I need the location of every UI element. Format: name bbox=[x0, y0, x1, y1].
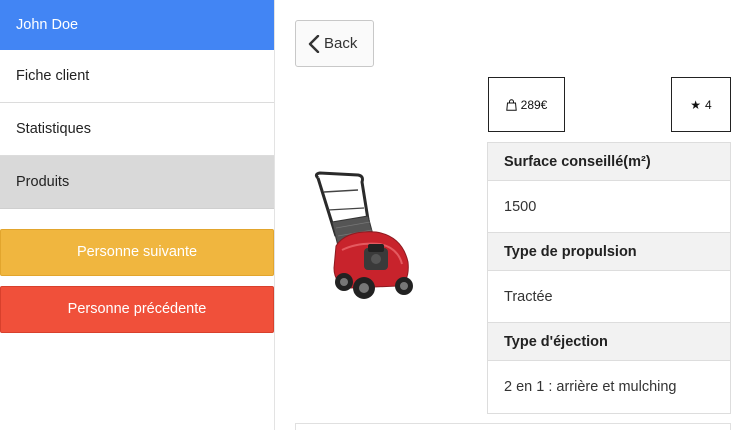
previous-person-button[interactable]: Personne précédente bbox=[0, 286, 274, 333]
spec-label: Type d'éjection bbox=[488, 323, 730, 361]
rating-badge: ★ 4 bbox=[671, 77, 731, 132]
specs-table: Surface conseillé(m²) 1500 Type de propu… bbox=[487, 142, 731, 414]
sidebar-user-header[interactable]: John Doe bbox=[0, 0, 274, 50]
spec-label: Type de propulsion bbox=[488, 233, 730, 271]
price-badge: 289€ bbox=[488, 77, 565, 132]
shopping-bag-icon bbox=[505, 98, 517, 111]
spec-value: 2 en 1 : arrière et mulching bbox=[504, 379, 677, 395]
sidebar: John Doe Fiche client Statistiques Produ… bbox=[0, 0, 275, 430]
spec-value: Tractée bbox=[488, 271, 730, 323]
sidebar-item-fiche-client[interactable]: Fiche client bbox=[0, 50, 274, 103]
spec-value: 1500 bbox=[488, 181, 730, 233]
star-icon: ★ bbox=[690, 97, 702, 112]
sidebar-item-statistiques[interactable]: Statistiques bbox=[0, 103, 274, 156]
chevron-left-icon bbox=[308, 34, 320, 53]
next-person-button[interactable]: Personne suivante bbox=[0, 229, 274, 276]
rating-value: 4 bbox=[705, 97, 712, 112]
spec-label: Surface conseillé(m²) bbox=[488, 143, 730, 181]
price-value: 289€ bbox=[520, 97, 548, 112]
back-button-label: Back bbox=[324, 35, 358, 52]
sidebar-item-produits[interactable]: Produits bbox=[0, 156, 274, 209]
back-button[interactable]: Back bbox=[295, 20, 374, 67]
lawn-mower-image bbox=[314, 171, 413, 299]
panel-edge bbox=[295, 423, 731, 430]
main-content: Back 289€ ★ 4 Surface conseillé(m²) 1500 bbox=[276, 0, 750, 430]
